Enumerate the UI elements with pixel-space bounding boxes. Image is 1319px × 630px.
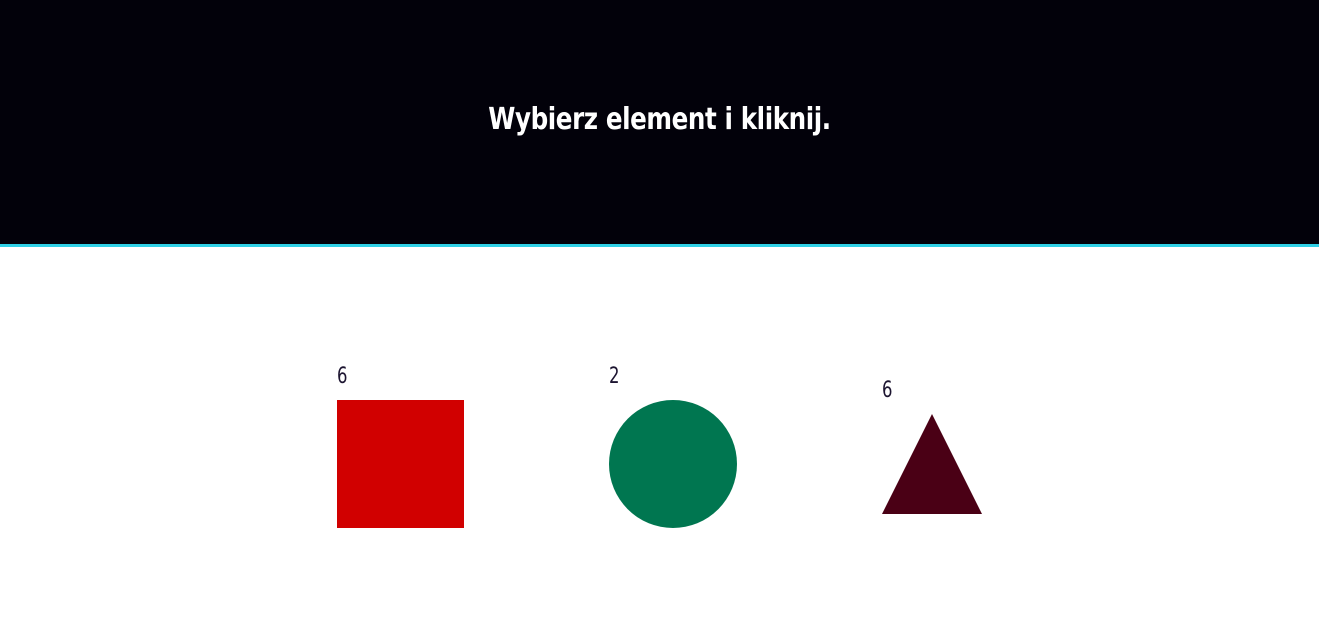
green-circle-shape[interactable] xyxy=(609,400,737,528)
circle-number-label: 2 xyxy=(609,364,620,389)
square-number-label: 6 xyxy=(337,364,348,389)
header-bar: Wybierz element i kliknij. xyxy=(0,0,1319,247)
triangle-number-label: 6 xyxy=(882,378,893,403)
maroon-triangle-shape[interactable] xyxy=(882,414,982,514)
page-title: Wybierz element i kliknij. xyxy=(488,102,831,137)
red-square-shape[interactable] xyxy=(337,400,464,528)
